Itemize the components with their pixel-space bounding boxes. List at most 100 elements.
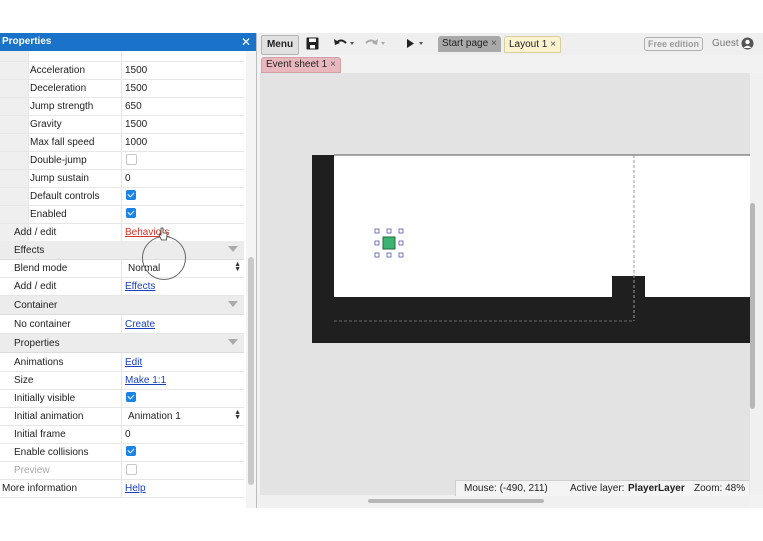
guest-label[interactable]: Guest [712,38,739,49]
property-label: No container [14,319,71,330]
property-row-no-container[interactable]: No container Create [0,315,244,334]
property-label: Size [14,375,34,386]
resize-handle[interactable] [374,228,380,234]
tab-layout-1[interactable]: Layout 1 × [504,36,561,53]
property-row-enable-collisions[interactable]: Enable collisions [0,443,244,462]
category-properties[interactable]: Properties [0,334,244,353]
property-row-more-information[interactable]: More information Help [0,479,244,498]
property-row-deceleration[interactable]: Deceleration 1500 [0,79,244,98]
edit-animations-link[interactable]: Edit [125,357,142,368]
resize-handle[interactable] [374,252,380,258]
property-value[interactable]: 1500 [121,61,245,79]
property-row-acceleration[interactable]: Acceleration 1500 [0,61,244,80]
menu-button[interactable]: Menu [261,35,299,55]
layout-canvas[interactable] [260,73,750,495]
tab-event-sheet-1[interactable]: Event sheet 1 × [261,57,341,73]
close-tab-icon[interactable]: × [491,38,497,49]
property-label: Default controls [30,191,100,202]
construct-editor: Properties ✕ Acceleration 1500 Decelerat… [0,33,763,508]
enabled-checkbox[interactable] [126,208,136,218]
property-row-size[interactable]: Size Make 1:1 [0,371,244,390]
property-label: Initially visible [14,393,76,404]
property-row-jump-strength[interactable]: Jump strength 650 [0,97,244,116]
property-row-gravity[interactable]: Gravity 1500 [0,115,244,134]
redo-icon[interactable] [364,37,386,50]
undo-icon[interactable] [333,37,355,50]
player-sprite-selected[interactable] [374,228,404,258]
category-label: Properties [14,338,60,349]
resize-handle[interactable] [374,240,380,246]
ground-tilemap[interactable] [334,297,750,343]
play-icon[interactable] [404,37,426,50]
resize-handle[interactable] [386,228,392,234]
property-value[interactable]: 1500 [121,79,245,97]
initially-visible-checkbox[interactable] [126,392,136,402]
close-icon[interactable]: ✕ [241,35,251,49]
property-row-preview[interactable]: Preview [0,461,244,480]
property-label: Jump sustain [30,173,89,184]
close-tab-icon[interactable]: × [550,39,556,50]
save-icon[interactable] [306,37,319,50]
resize-handle[interactable] [398,252,404,258]
collapse-triangle-icon[interactable] [228,301,238,307]
main-toolbar: Menu Start page × Layout 1 × Free editio… [258,33,763,55]
properties-panel: Properties ✕ Acceleration 1500 Decelerat… [0,33,257,508]
property-label: Animations [14,357,64,368]
property-label: Gravity [30,119,62,130]
property-label: Preview [14,465,50,476]
resize-handle[interactable] [398,240,404,246]
property-row-initial-frame[interactable]: Initial frame 0 [0,425,244,444]
property-label: Acceleration [30,65,86,76]
solid-block[interactable] [612,276,645,298]
property-row-initially-visible[interactable]: Initially visible [0,389,244,408]
sub-tab-row: Event sheet 1 × [258,55,763,73]
canvas-horizontal-scrollbar[interactable] [260,495,750,508]
free-edition-badge[interactable]: Free edition [644,37,704,51]
make-1-1-link[interactable]: Make 1:1 [125,375,166,386]
property-row-add-edit-effects[interactable]: Add / edit Effects [0,277,244,296]
zoom-level: Zoom: 48% [694,483,746,494]
property-value[interactable]: 650 [121,97,245,115]
property-row-blend-mode[interactable]: Blend mode Normal ▲ ▼ [0,259,244,278]
scrollbar-thumb[interactable] [368,499,544,503]
default-controls-checkbox[interactable] [126,190,136,200]
property-row-animations[interactable]: Animations Edit [0,353,244,372]
scrollbar-thumb[interactable] [750,203,755,409]
property-row-max-fall-speed[interactable]: Max fall speed 1000 [0,133,244,152]
user-icon[interactable] [741,37,754,50]
close-tab-icon[interactable]: × [330,59,336,70]
property-row-add-edit-behaviors[interactable]: Add / edit Behaviors [0,223,244,242]
double-jump-checkbox[interactable] [126,154,137,165]
resize-handle[interactable] [386,252,392,258]
initial-animation-select[interactable]: Animation 1 ▲ ▼ [121,407,245,425]
property-row-initial-animation[interactable]: Initial animation Animation 1 ▲ ▼ [0,407,244,426]
canvas-vertical-scrollbar[interactable] [750,73,763,495]
properties-scrollbar[interactable] [246,51,256,508]
properties-list[interactable]: Acceleration 1500 Deceleration 1500 Jump… [0,51,246,508]
property-row-double-jump[interactable]: Double-jump [0,151,244,170]
collapse-triangle-icon[interactable] [228,339,238,345]
effects-link[interactable]: Effects [125,281,155,292]
property-row-enabled[interactable]: Enabled [0,205,244,224]
collapse-triangle-icon[interactable] [228,246,238,252]
property-value[interactable]: 1000 [121,133,245,151]
property-label: Add / edit [14,227,57,238]
create-container-link[interactable]: Create [125,319,155,330]
scrollbar-thumb[interactable] [248,257,254,485]
category-container[interactable]: Container [0,296,244,315]
category-effects[interactable]: Effects [0,241,244,260]
preview-checkbox[interactable] [126,464,137,475]
property-row-jump-sustain[interactable]: Jump sustain 0 [0,169,244,188]
resize-handle[interactable] [398,228,404,234]
property-value[interactable]: 0 [121,425,245,443]
enable-collisions-checkbox[interactable] [126,446,136,456]
player-sprite[interactable] [382,236,396,250]
status-bar: Mouse: (-490, 211) Active layer: PlayerL… [455,480,749,496]
tab-start-page[interactable]: Start page × [438,36,501,52]
property-label: Double-jump [30,155,87,166]
property-row-default-controls[interactable]: Default controls [0,187,244,206]
property-value[interactable]: 0 [121,169,245,187]
help-link[interactable]: Help [125,483,146,494]
layout-scene[interactable] [260,73,750,495]
property-value[interactable]: 1500 [121,115,245,133]
